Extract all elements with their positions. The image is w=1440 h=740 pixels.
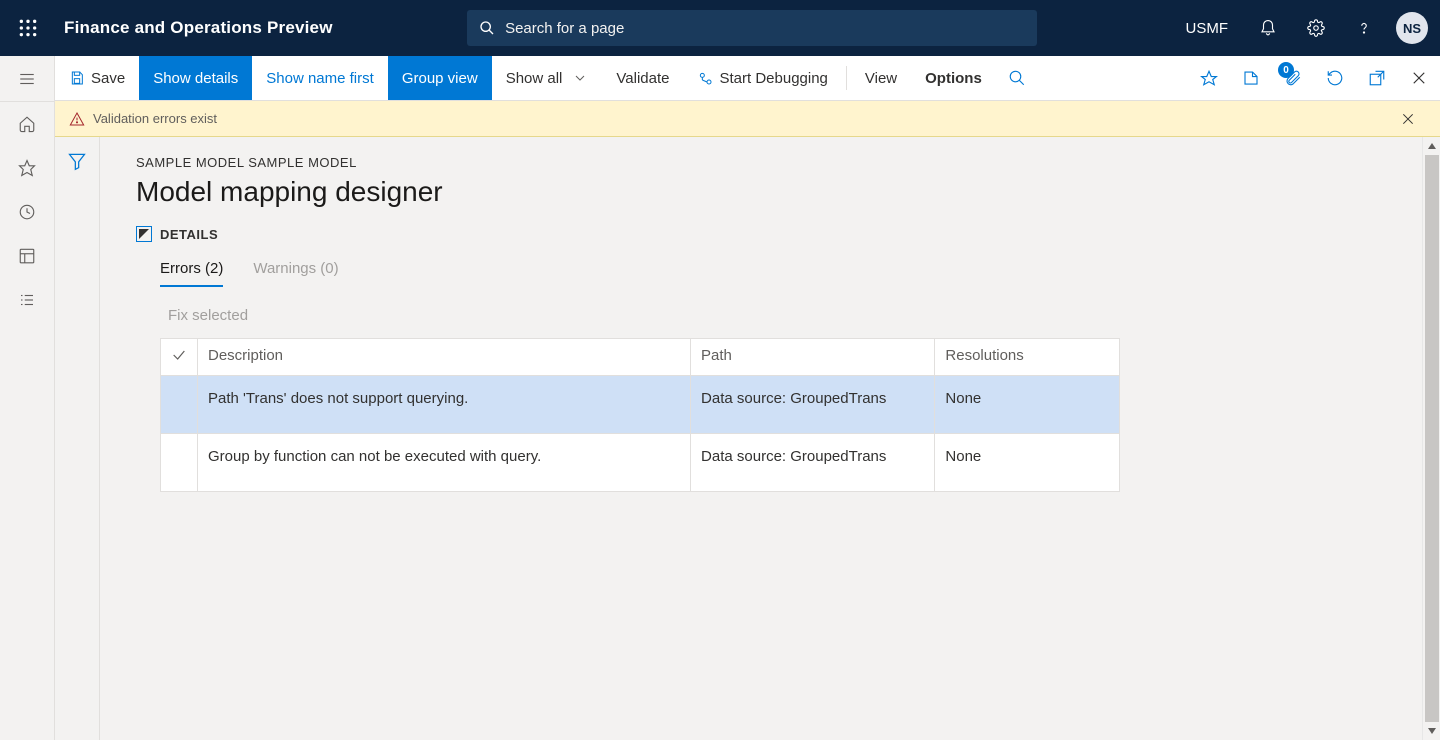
group-view-button[interactable]: Group view [388, 56, 492, 100]
column-description[interactable]: Description [198, 339, 691, 376]
notifications-icon[interactable] [1246, 0, 1290, 56]
table-row[interactable]: Group by function can not be executed wi… [161, 434, 1120, 492]
separator [846, 66, 847, 90]
vertical-scrollbar[interactable] [1422, 137, 1440, 740]
page-title: Model mapping designer [136, 176, 1404, 208]
nav-workspaces-icon[interactable] [0, 234, 55, 278]
tab-errors[interactable]: Errors (2) [160, 260, 223, 287]
attachments-badge: 0 [1278, 62, 1294, 78]
save-button[interactable]: Save [55, 56, 139, 100]
search-placeholder: Search for a page [505, 20, 624, 37]
attachments-button[interactable]: 0 [1272, 56, 1314, 100]
app-launcher-icon[interactable] [0, 0, 56, 56]
search-input[interactable]: Search for a page [467, 10, 1037, 46]
debug-icon [697, 70, 713, 86]
close-button[interactable] [1398, 56, 1440, 100]
cell-resolutions: None [935, 434, 1120, 492]
nav-modules-icon[interactable] [0, 278, 55, 322]
scroll-thumb[interactable] [1425, 155, 1439, 722]
cell-resolutions: None [935, 376, 1120, 434]
filter-icon[interactable] [67, 151, 87, 740]
brand-title: Finance and Operations Preview [64, 18, 333, 38]
options-button[interactable]: Options [911, 56, 996, 100]
page-area: SAMPLE MODEL SAMPLE MODEL Model mapping … [100, 137, 1440, 740]
cell-description: Group by function can not be executed wi… [198, 434, 691, 492]
filter-column [55, 137, 100, 740]
column-resolutions[interactable]: Resolutions [935, 339, 1120, 376]
validation-banner: Validation errors exist [55, 101, 1440, 137]
save-icon [69, 70, 85, 86]
validation-banner-text: Validation errors exist [93, 111, 217, 126]
show-details-button[interactable]: Show details [139, 56, 252, 100]
popout-button[interactable] [1356, 56, 1398, 100]
errors-grid: Description Path Resolutions Path 'Trans… [160, 338, 1120, 492]
tabs: Errors (2) Warnings (0) [160, 260, 1404, 287]
tab-warnings[interactable]: Warnings (0) [253, 260, 338, 287]
details-collapse-button[interactable] [136, 226, 152, 242]
top-header: Finance and Operations Preview Search fo… [0, 0, 1440, 56]
search-icon [479, 20, 495, 36]
show-all-button[interactable]: Show all [492, 56, 603, 100]
cell-path: Data source: GroupedTrans [691, 434, 935, 492]
warning-icon [69, 111, 85, 127]
page-options-icon[interactable] [1230, 56, 1272, 100]
view-button[interactable]: View [851, 56, 911, 100]
header-right: USMF NS [1172, 0, 1433, 56]
start-debugging-button[interactable]: Start Debugging [683, 56, 841, 100]
details-label: DETAILS [160, 227, 218, 242]
validate-button[interactable]: Validate [602, 56, 683, 100]
column-path[interactable]: Path [691, 339, 935, 376]
refresh-button[interactable] [1314, 56, 1356, 100]
scroll-down-icon[interactable] [1423, 722, 1440, 740]
cell-path: Data source: GroupedTrans [691, 376, 935, 434]
search-wrap: Search for a page [333, 10, 1172, 46]
cell-description: Path 'Trans' does not support querying. [198, 376, 691, 434]
action-bar: Save Show details Show name first Group … [55, 56, 1440, 101]
help-icon[interactable] [1342, 0, 1386, 56]
select-all-header[interactable] [161, 339, 198, 376]
nav-favorites-icon[interactable] [0, 146, 55, 190]
settings-icon[interactable] [1294, 0, 1338, 56]
row-checkbox[interactable] [161, 434, 198, 492]
nav-rail [0, 56, 55, 740]
row-checkbox[interactable] [161, 376, 198, 434]
nav-expand-button[interactable] [0, 56, 54, 102]
nav-home-icon[interactable] [0, 102, 55, 146]
scroll-up-icon[interactable] [1423, 137, 1440, 155]
nav-recent-icon[interactable] [0, 190, 55, 234]
find-button[interactable] [996, 56, 1038, 100]
personalize-icon[interactable] [1188, 56, 1230, 100]
triangle-down-icon [139, 229, 149, 239]
company-code[interactable]: USMF [1172, 20, 1243, 37]
table-row[interactable]: Path 'Trans' does not support querying. … [161, 376, 1120, 434]
banner-close-button[interactable] [1398, 111, 1426, 127]
show-name-first-button[interactable]: Show name first [252, 56, 388, 100]
fix-selected-button[interactable]: Fix selected [168, 307, 1404, 324]
chevron-down-icon [572, 70, 588, 86]
user-avatar[interactable]: NS [1396, 12, 1428, 44]
breadcrumb: SAMPLE MODEL SAMPLE MODEL [136, 155, 1404, 170]
